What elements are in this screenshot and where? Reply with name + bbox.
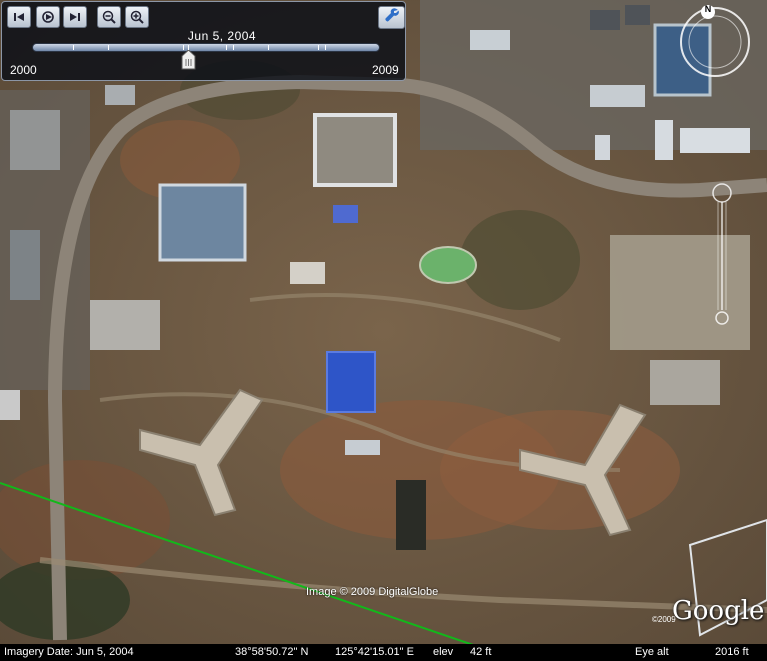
imagery-date: Imagery Date: Jun 5, 2004 <box>4 646 134 658</box>
play-button[interactable] <box>36 6 60 28</box>
building <box>290 262 325 284</box>
tools-button[interactable] <box>378 6 405 29</box>
imagery-copyright: Image © 2009 DigitalGlobe <box>306 586 439 598</box>
building <box>90 300 160 350</box>
longitude-readout: 125°42'15.01" E <box>335 646 414 658</box>
slider-tick <box>268 45 269 50</box>
compass-icon[interactable] <box>680 5 750 77</box>
slider-tick <box>226 45 227 50</box>
building <box>10 230 40 300</box>
elevation-label: elev <box>433 646 454 658</box>
zoom-in-icon <box>130 10 144 24</box>
compass-north-label: N <box>704 4 712 14</box>
logo-text: Google <box>672 596 765 626</box>
building <box>333 205 358 223</box>
historical-imagery-panel: Jun 5, 2004 2000 2009 <box>1 1 406 81</box>
building <box>590 10 620 30</box>
slider-tick <box>318 45 319 50</box>
building <box>105 85 135 105</box>
building <box>158 183 247 262</box>
slider-tick <box>73 45 74 50</box>
rewind-icon <box>13 11 25 23</box>
navigation-controls: N <box>660 0 767 340</box>
slider-start-year: 2000 <box>10 63 37 77</box>
current-imagery-date: Jun 5, 2004 <box>187 29 257 43</box>
google-logo: ©2009 Google <box>652 596 765 630</box>
forward-icon <box>69 11 81 23</box>
eye-altitude-value: 2016 ft <box>715 646 749 658</box>
building <box>0 390 20 420</box>
zoom-out-icon <box>102 10 116 24</box>
building <box>590 85 645 107</box>
zoom-slider-icon[interactable] <box>712 183 732 325</box>
pond <box>419 246 477 284</box>
slider-tick <box>325 45 326 50</box>
slider-tick <box>233 45 234 50</box>
slider-tick <box>108 45 109 50</box>
vegetation <box>460 210 580 310</box>
building <box>313 113 397 187</box>
eye-altitude-label: Eye alt <box>635 646 669 658</box>
forward-button[interactable] <box>63 6 87 28</box>
wrench-icon <box>384 7 400 28</box>
building <box>470 30 510 50</box>
play-icon <box>41 11 55 23</box>
building <box>625 5 650 25</box>
dark-pond <box>396 480 426 550</box>
zoom-in-time-button[interactable] <box>125 6 149 28</box>
status-bar: Imagery Date: Jun 5, 2004 38°58'50.72" N… <box>0 644 767 661</box>
elevation-value: 42 ft <box>470 646 492 658</box>
zoom-out-time-button[interactable] <box>97 6 121 28</box>
building <box>10 110 60 170</box>
slider-end-year: 2009 <box>372 63 399 77</box>
rewind-button[interactable] <box>7 6 31 28</box>
building <box>345 440 380 455</box>
blue-roof-building <box>326 351 376 413</box>
latitude-readout: 38°58'50.72" N <box>235 646 309 658</box>
building <box>650 360 720 405</box>
building <box>595 135 610 160</box>
time-slider-track[interactable] <box>32 43 380 52</box>
satellite-map-view[interactable] <box>0 0 767 661</box>
time-slider-thumb[interactable] <box>181 49 196 70</box>
